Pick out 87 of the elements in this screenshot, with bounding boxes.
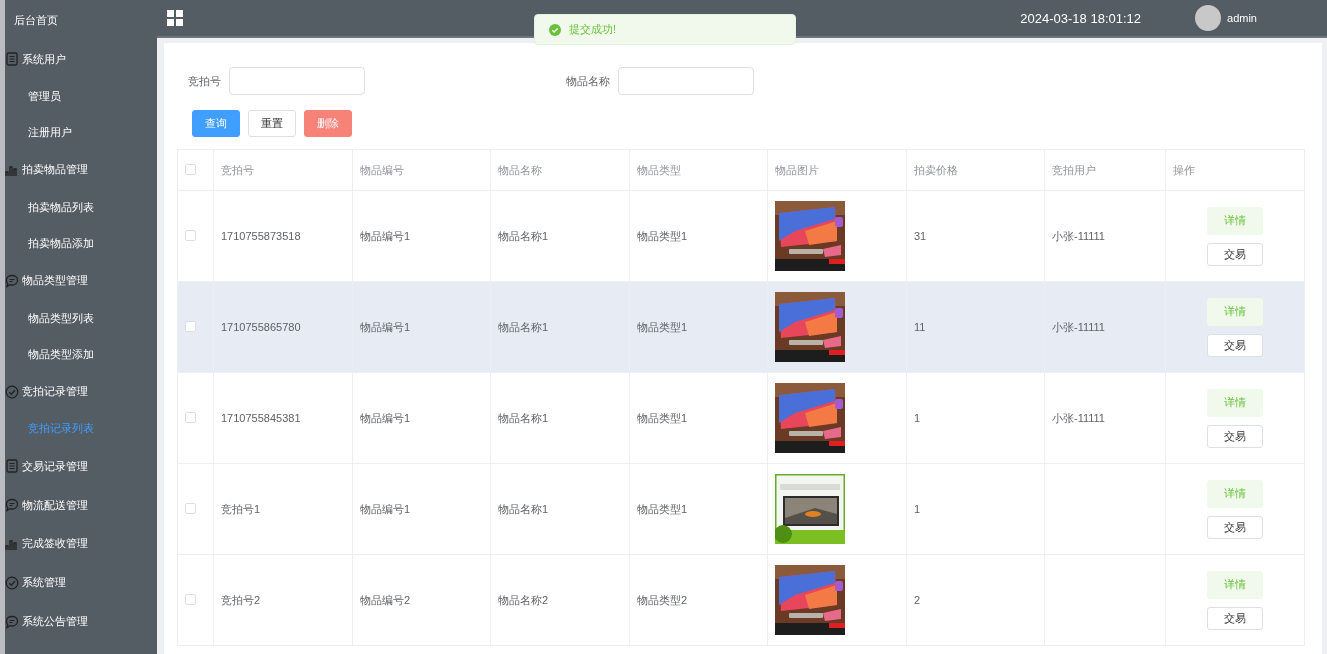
- table-cell: 竞拍号2: [213, 554, 353, 646]
- reset-button[interactable]: 重置: [248, 110, 296, 137]
- table-cell: 物品类型1: [629, 463, 768, 555]
- column-header: 拍卖价格: [906, 149, 1045, 191]
- input-field[interactable]: [229, 67, 365, 95]
- field-label: 竞拍号: [188, 73, 221, 89]
- bar-chart-icon: [5, 163, 19, 177]
- column-header: 物品类型: [629, 149, 768, 191]
- sidebar-item[interactable]: 竞拍记录管理: [5, 372, 157, 411]
- sidebar-item[interactable]: 系统公告管理: [5, 602, 157, 641]
- sidebar-item[interactable]: 系统管理: [5, 563, 157, 603]
- table-cell: 11: [906, 281, 1045, 373]
- table-cell: 物品类型1: [629, 372, 768, 464]
- sidebar-subitem[interactable]: 物品类型添加: [5, 336, 157, 373]
- row-checkbox[interactable]: [185, 593, 196, 605]
- trade-button[interactable]: 交易: [1207, 515, 1263, 539]
- table-cell: 2: [906, 554, 1045, 646]
- column-header: 竞拍号: [213, 149, 353, 191]
- table-cell: 31: [906, 190, 1045, 282]
- table-cell: 物品编号2: [352, 554, 491, 646]
- sidebar-subitem[interactable]: 注册用户: [5, 114, 157, 151]
- table-cell: 竞拍号1: [213, 463, 353, 555]
- table-cell: 物品编号1: [352, 463, 491, 555]
- table-cell: 小张-11111: [1044, 372, 1166, 464]
- table-cell: 小张-11111: [1044, 281, 1166, 373]
- chat-bubble-icon: [5, 614, 19, 629]
- grid-menu-icon[interactable]: [167, 10, 183, 26]
- row-checkbox[interactable]: [185, 320, 196, 332]
- sidebar-subitem[interactable]: 物品类型列表: [5, 300, 157, 337]
- column-header: 物品编号: [352, 149, 491, 191]
- chat-bubble-icon: [5, 498, 19, 513]
- sidebar-subitem[interactable]: 拍卖物品添加: [5, 225, 157, 262]
- username[interactable]: admin: [1227, 12, 1257, 24]
- sidebar-subitem[interactable]: 管理员: [5, 78, 157, 115]
- sidebar-subitem[interactable]: 拍卖物品列表: [5, 189, 157, 226]
- table-cell: 1710755873518: [213, 190, 353, 282]
- chat-bubble-icon: [5, 273, 19, 288]
- check-circle-icon: [5, 575, 19, 590]
- table-cell: 物品编号1: [352, 372, 491, 464]
- sidebar-item[interactable]: 拍卖物品管理: [5, 150, 157, 190]
- table-cell: 物品名称1: [490, 281, 630, 373]
- table-cell: 物品类型1: [629, 281, 768, 373]
- table-cell: 1710755845381: [213, 372, 353, 464]
- select-all-checkbox[interactable]: [185, 163, 196, 175]
- table-cell: 物品名称1: [490, 463, 630, 555]
- table-cell: 物品编号1: [352, 281, 491, 373]
- trade-button[interactable]: 交易: [1207, 606, 1263, 630]
- table-cell: 物品编号1: [352, 190, 491, 282]
- column-header: 竞拍用户: [1044, 149, 1166, 191]
- trade-button[interactable]: 交易: [1207, 333, 1263, 357]
- row-checkbox[interactable]: [185, 229, 196, 241]
- sidebar-item[interactable]: 后台首页: [5, 1, 157, 40]
- trade-button[interactable]: 交易: [1207, 242, 1263, 266]
- sidebar-item[interactable]: 物流配送管理: [5, 485, 157, 525]
- table-row[interactable]: 1710755873518 物品编号1 物品名称1 物品类型1 31 小张-11111 详情 交易: [177, 190, 1305, 282]
- document-icon: [5, 52, 19, 67]
- table-row[interactable]: 1710755845381 物品编号1 物品名称1 物品类型1 1 小张-11111 详情 交易: [177, 372, 1305, 464]
- input-field[interactable]: [618, 67, 754, 95]
- toast-message: 提交成功!: [569, 22, 617, 37]
- sidebar-item[interactable]: 交易记录管理: [5, 447, 157, 486]
- check-circle-icon: [5, 384, 19, 399]
- trade-button[interactable]: 交易: [1207, 424, 1263, 448]
- sidebar-item[interactable]: 系统用户: [5, 39, 157, 79]
- table-cell: 物品名称2: [490, 554, 630, 646]
- table-cell: 1: [906, 463, 1045, 555]
- column-header: 物品名称: [490, 149, 630, 191]
- table-cell: 物品类型2: [629, 554, 768, 646]
- table-row[interactable]: 竞拍号1 物品编号1 物品名称1 物品类型1 1 详情 交易: [177, 463, 1305, 555]
- datetime: 2024-03-18 18:01:12: [1020, 10, 1142, 26]
- table-cell: 小张-11111: [1044, 190, 1166, 282]
- sidebar-item[interactable]: 物品类型管理: [5, 261, 157, 301]
- avatar[interactable]: [1195, 5, 1222, 31]
- row-checkbox[interactable]: [185, 411, 196, 423]
- column-header: 物品图片: [767, 149, 907, 191]
- table-row[interactable]: 竞拍号2 物品编号2 物品名称2 物品类型2 2 详情 交易: [177, 554, 1305, 646]
- table-cell: 物品名称1: [490, 372, 630, 464]
- field-label: 物品名称: [566, 73, 610, 89]
- success-icon: [549, 23, 561, 36]
- table-cell: 1: [906, 372, 1045, 464]
- table-cell: 1710755865780: [213, 281, 353, 373]
- table-cell: 物品类型1: [629, 190, 768, 282]
- table-cell: 物品名称1: [490, 190, 630, 282]
- document-icon: [5, 459, 19, 474]
- table-row[interactable]: 1710755865780 物品编号1 物品名称1 物品类型1 11 小张-11111 详情 交易: [177, 281, 1305, 373]
- row-checkbox[interactable]: [185, 502, 196, 514]
- column-header: 操作: [1165, 149, 1305, 191]
- sidebar-item[interactable]: 完成签收管理: [5, 524, 157, 564]
